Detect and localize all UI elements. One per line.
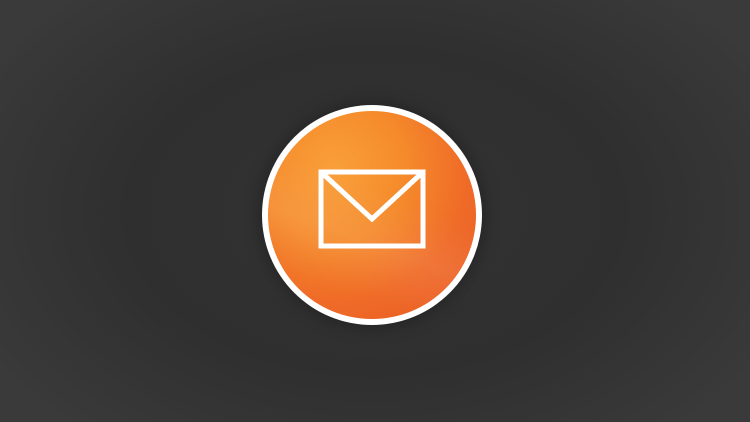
mail-badge-disc: [268, 111, 476, 319]
mail-button[interactable]: [262, 105, 482, 325]
envelope-icon: [318, 169, 426, 249]
background: [0, 0, 750, 422]
